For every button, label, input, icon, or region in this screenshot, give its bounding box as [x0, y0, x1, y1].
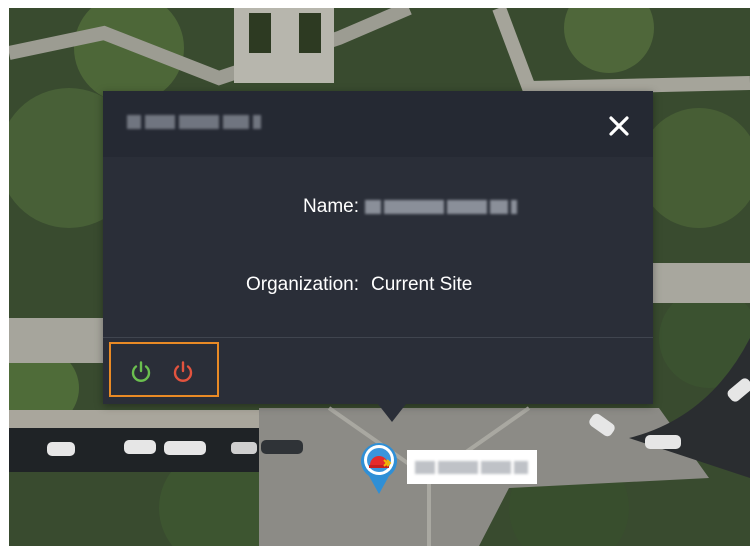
close-icon	[609, 116, 629, 136]
organization-row: Organization: Current Site	[103, 270, 653, 300]
organization-label: Organization:	[245, 274, 359, 295]
name-row: Name:	[103, 192, 653, 222]
power-on-button[interactable]	[129, 360, 153, 384]
popup-title	[127, 115, 261, 129]
alarm-light-icon	[361, 443, 397, 494]
device-marker-label	[407, 450, 537, 484]
name-value	[365, 200, 517, 214]
name-label: Name:	[303, 196, 359, 217]
power-on-icon	[131, 361, 151, 382]
power-off-icon	[173, 361, 193, 382]
power-off-button[interactable]	[171, 360, 195, 384]
popup-header	[103, 91, 653, 157]
close-button[interactable]	[605, 112, 633, 140]
popup-pointer	[378, 404, 406, 422]
divider	[103, 337, 653, 338]
device-marker[interactable]	[357, 440, 401, 496]
device-info-popup: Name: Organization: Current Site	[103, 91, 653, 404]
power-actions-group	[109, 342, 219, 397]
organization-value: Current Site	[371, 274, 473, 295]
